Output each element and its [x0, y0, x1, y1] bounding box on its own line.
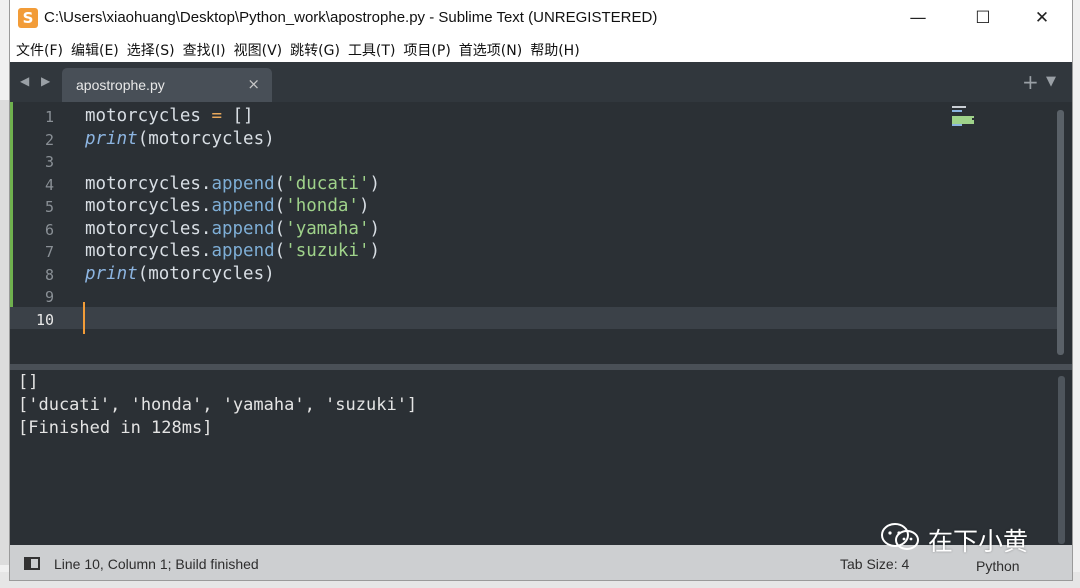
- code-line: motorcycles.append('ducati'): [85, 174, 380, 194]
- code-token: motorcycles.: [85, 196, 212, 216]
- code-token: motorcycles.: [85, 218, 212, 239]
- line-number: 3: [44, 153, 54, 171]
- current-line-highlight: [10, 307, 1060, 329]
- code-token: motorcycles.: [85, 173, 212, 194]
- code-token-kw: print: [85, 128, 138, 149]
- tab-dropdown-icon[interactable]: ▼: [1046, 74, 1056, 89]
- menu-goto[interactable]: 跳转(G): [288, 36, 346, 62]
- code-line: motorcycles = []: [85, 106, 254, 126]
- tab-close-icon[interactable]: ×: [247, 75, 260, 93]
- code-token: motorcycles.: [85, 241, 212, 261]
- code-token-fn: append: [211, 196, 275, 216]
- code-token: (: [274, 218, 286, 239]
- watermark-text: 在下小黄: [928, 527, 1029, 556]
- output-line: []: [18, 372, 39, 392]
- title-bar[interactable]: S C:\Users\xiaohuang\Desktop\Python_work…: [10, 0, 1072, 36]
- code-token-str: 'ducati': [285, 173, 370, 194]
- sublime-window: S C:\Users\xiaohuang\Desktop\Python_work…: [10, 0, 1072, 580]
- output-line: ['ducati', 'honda', 'yamaha', 'suzuki']: [18, 395, 418, 415]
- code-token: (: [274, 241, 286, 261]
- close-window-button[interactable]: ✕: [1014, 0, 1070, 36]
- window-title: C:\Users\xiaohuang\Desktop\Python_work\a…: [44, 9, 658, 26]
- line-number: 9: [44, 288, 54, 306]
- code-token-str: 'suzuki': [285, 241, 370, 261]
- panel-toggle-icon[interactable]: [24, 557, 40, 570]
- code-token-kw: print: [85, 263, 138, 284]
- menu-selection[interactable]: 选择(S): [125, 36, 181, 62]
- tab-nav-arrows-icon[interactable]: ◀ ▶: [20, 74, 54, 88]
- minimize-button[interactable]: —: [890, 0, 946, 36]
- background-window-edge: [0, 100, 10, 565]
- line-number: 6: [44, 220, 54, 239]
- code-token-op: =: [211, 106, 222, 126]
- output-line: [Finished in 128ms]: [18, 418, 213, 438]
- code-line: print(motorcycles): [85, 129, 275, 149]
- code-token-fn: append: [211, 241, 275, 261]
- maximize-button[interactable]: ☐: [955, 0, 1011, 36]
- cursor-position-status: Line 10, Column 1; Build finished: [54, 556, 259, 572]
- menu-preferences[interactable]: 首选项(N): [457, 36, 528, 62]
- tab-apostrophe-py[interactable]: apostrophe.py ×: [62, 68, 272, 102]
- code-token: []: [221, 106, 254, 126]
- line-number: 7: [44, 243, 54, 261]
- code-token-fn: append: [211, 218, 275, 239]
- code-editor[interactable]: 1 motorcycles = [] 2 print(motorcycles) 3 4 mo…: [10, 102, 1072, 364]
- menu-bar: 文件(F) 编辑(E) 选择(S) 查找(I) 视图(V) 跳转(G) 工具(T…: [10, 36, 1072, 62]
- new-tab-plus-icon[interactable]: +: [1022, 70, 1039, 94]
- tab-label: apostrophe.py: [76, 77, 165, 93]
- syntax-selector[interactable]: Python: [976, 558, 1020, 574]
- line-number: 2: [44, 130, 54, 149]
- code-line: motorcycles.append('suzuki'): [85, 241, 380, 261]
- menu-tools[interactable]: 工具(T): [346, 36, 401, 62]
- menu-find[interactable]: 查找(I): [181, 36, 232, 62]
- line-number: 5: [44, 198, 54, 216]
- editor-scrollbar[interactable]: [1057, 110, 1064, 355]
- line-number: 10: [35, 310, 54, 329]
- code-token: ): [369, 173, 381, 194]
- line-number: 8: [44, 265, 54, 284]
- line-number: 4: [44, 175, 54, 194]
- sublime-app-icon: S: [18, 8, 38, 28]
- minimap[interactable]: [952, 104, 986, 126]
- code-token: (motorcycles): [137, 263, 275, 284]
- code-token: (: [274, 196, 286, 216]
- code-line: motorcycles.append('yamaha'): [85, 219, 380, 239]
- watermark: 在下小黄: [880, 520, 1060, 558]
- tab-bar: ◀ ▶ apostrophe.py × + ▼: [10, 62, 1072, 102]
- code-token: ): [358, 196, 370, 216]
- output-scrollbar[interactable]: [1058, 376, 1065, 544]
- code-token: ): [369, 218, 381, 239]
- code-token-str: 'yamaha': [285, 218, 370, 239]
- code-token-str: 'honda': [285, 196, 359, 216]
- code-token: ): [369, 241, 381, 261]
- code-token-fn: append: [211, 173, 275, 194]
- menu-view[interactable]: 视图(V): [232, 36, 289, 62]
- code-token: motorcycles: [85, 106, 212, 126]
- menu-project[interactable]: 项目(P): [401, 36, 456, 62]
- code-token: (motorcycles): [137, 128, 275, 149]
- code-token: (: [274, 173, 286, 194]
- code-line: motorcycles.append('honda'): [85, 196, 370, 216]
- build-output-panel: [] ['ducati', 'honda', 'yamaha', 'suzuki…: [10, 370, 1072, 545]
- menu-file[interactable]: 文件(F): [14, 36, 69, 62]
- text-caret: [83, 302, 85, 334]
- wechat-icon: [881, 523, 919, 550]
- tab-size-selector[interactable]: Tab Size: 4: [840, 556, 909, 572]
- menu-edit[interactable]: 编辑(E): [69, 36, 125, 62]
- code-line: print(motorcycles): [85, 264, 275, 284]
- menu-help[interactable]: 帮助(H): [528, 36, 585, 62]
- line-number: 1: [44, 108, 54, 126]
